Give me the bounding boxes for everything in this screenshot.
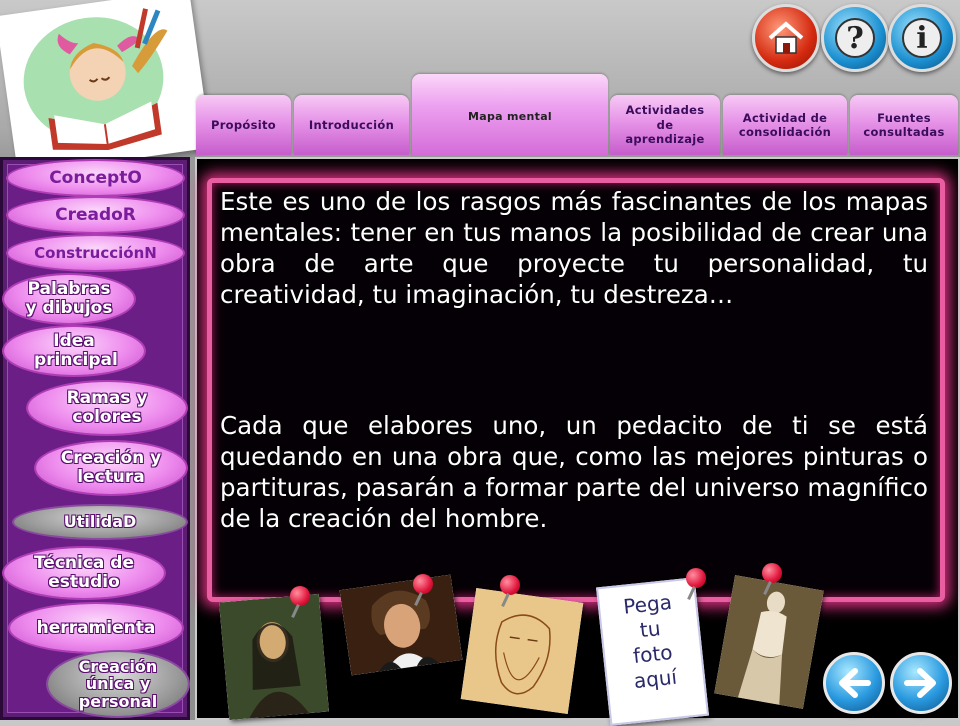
next-button[interactable]	[890, 652, 952, 714]
sidebar-item-creacion-lectura[interactable]: Creación y lectura	[36, 442, 186, 494]
content-paragraph-1: Este es uno de los rasgos más fascinante…	[220, 187, 928, 309]
tab-mapa-mental[interactable]: Mapa mental	[412, 74, 608, 156]
sidebar-item-label: Creación única y personal	[78, 656, 158, 711]
sidebar-item-label: UtilidaD	[63, 512, 137, 532]
pushpin-icon	[290, 586, 310, 606]
sidebar-item-ramas-colores[interactable]: Ramas y colores	[28, 382, 186, 434]
sidebar-item-label: ConstrucciónN	[34, 243, 157, 262]
logo-girl-reading	[0, 0, 212, 175]
girl-reading-illustration	[23, 8, 168, 150]
tab-fuentes-consultadas[interactable]: Fuentes consultadas	[850, 95, 958, 155]
tab-label: Actividad de consolidación	[738, 110, 832, 139]
sidebar-item-utilidad[interactable]: UtilidaD	[14, 506, 186, 538]
home-icon	[768, 21, 804, 54]
sidebar-item-label: ConceptO	[49, 167, 142, 188]
sidebar-item-concepto[interactable]: ConceptO	[8, 161, 183, 195]
tab-label: Actividades de aprendizaje	[625, 103, 705, 147]
arrow-right-icon	[904, 668, 936, 698]
tab-proposito[interactable]: Propósito	[196, 95, 291, 155]
tab-label: Fuentes consultadas	[863, 110, 945, 139]
photo-placeholder-text: Pega tu foto aquí	[622, 589, 679, 694]
beethoven-picture	[339, 574, 463, 676]
sidebar-item-label: CreadoR	[55, 204, 136, 225]
sidebar-item-palabras-dibujos[interactable]: Palabras y dibujos	[4, 275, 134, 323]
sidebar-item-idea-principal[interactable]: Idea principal	[4, 327, 144, 375]
pushpin-icon	[500, 575, 520, 595]
sidebar-item-label: Técnica de estudio	[33, 553, 135, 592]
photo-placeholder-frame: Pega tu foto aquí	[596, 577, 709, 726]
mona-lisa-picture	[219, 593, 329, 721]
sidebar-item-label: Ramas y colores	[66, 388, 148, 427]
sidebar-item-construccion[interactable]: ConstrucciónN	[8, 236, 183, 270]
da-vinci-picture	[460, 588, 584, 714]
info-button[interactable]: i	[888, 4, 956, 72]
sidebar-item-tecnica-estudio[interactable]: Técnica de estudio	[4, 548, 164, 598]
sidebar-item-herramienta[interactable]: herramienta	[10, 604, 182, 652]
previous-button[interactable]	[823, 652, 885, 714]
sidebar-item-creacion-unica[interactable]: Creación única y personal	[48, 652, 188, 716]
sidebar-item-label: herramienta	[36, 617, 156, 638]
info-icon: i	[902, 18, 942, 58]
tab-actividad-consolidacion[interactable]: Actividad de consolidación	[723, 95, 847, 155]
pushpin-icon	[686, 568, 706, 588]
tab-label: Propósito	[210, 117, 277, 132]
tab-introduccion[interactable]: Introducción	[294, 95, 409, 155]
tab-label: Introducción	[308, 117, 395, 132]
tab-actividades-aprendizaje[interactable]: Actividades de aprendizaje	[610, 95, 720, 155]
home-button[interactable]	[752, 4, 820, 72]
sidebar-item-label: Creación y lectura	[60, 448, 162, 487]
pushpin-icon	[413, 574, 433, 594]
pushpin-icon	[762, 563, 782, 583]
sidebar-item-label: Idea principal	[34, 331, 118, 370]
sidebar-item-label: Palabras y dibujos	[25, 279, 113, 318]
tab-label: Mapa mental	[467, 110, 552, 123]
arrow-left-icon	[839, 668, 871, 698]
help-button[interactable]: ?	[821, 4, 889, 72]
sidebar-item-creador[interactable]: CreadoR	[8, 198, 183, 232]
content-paragraph-2: Cada que elabores uno, un pedacito de ti…	[220, 411, 928, 533]
question-icon: ?	[835, 18, 875, 58]
